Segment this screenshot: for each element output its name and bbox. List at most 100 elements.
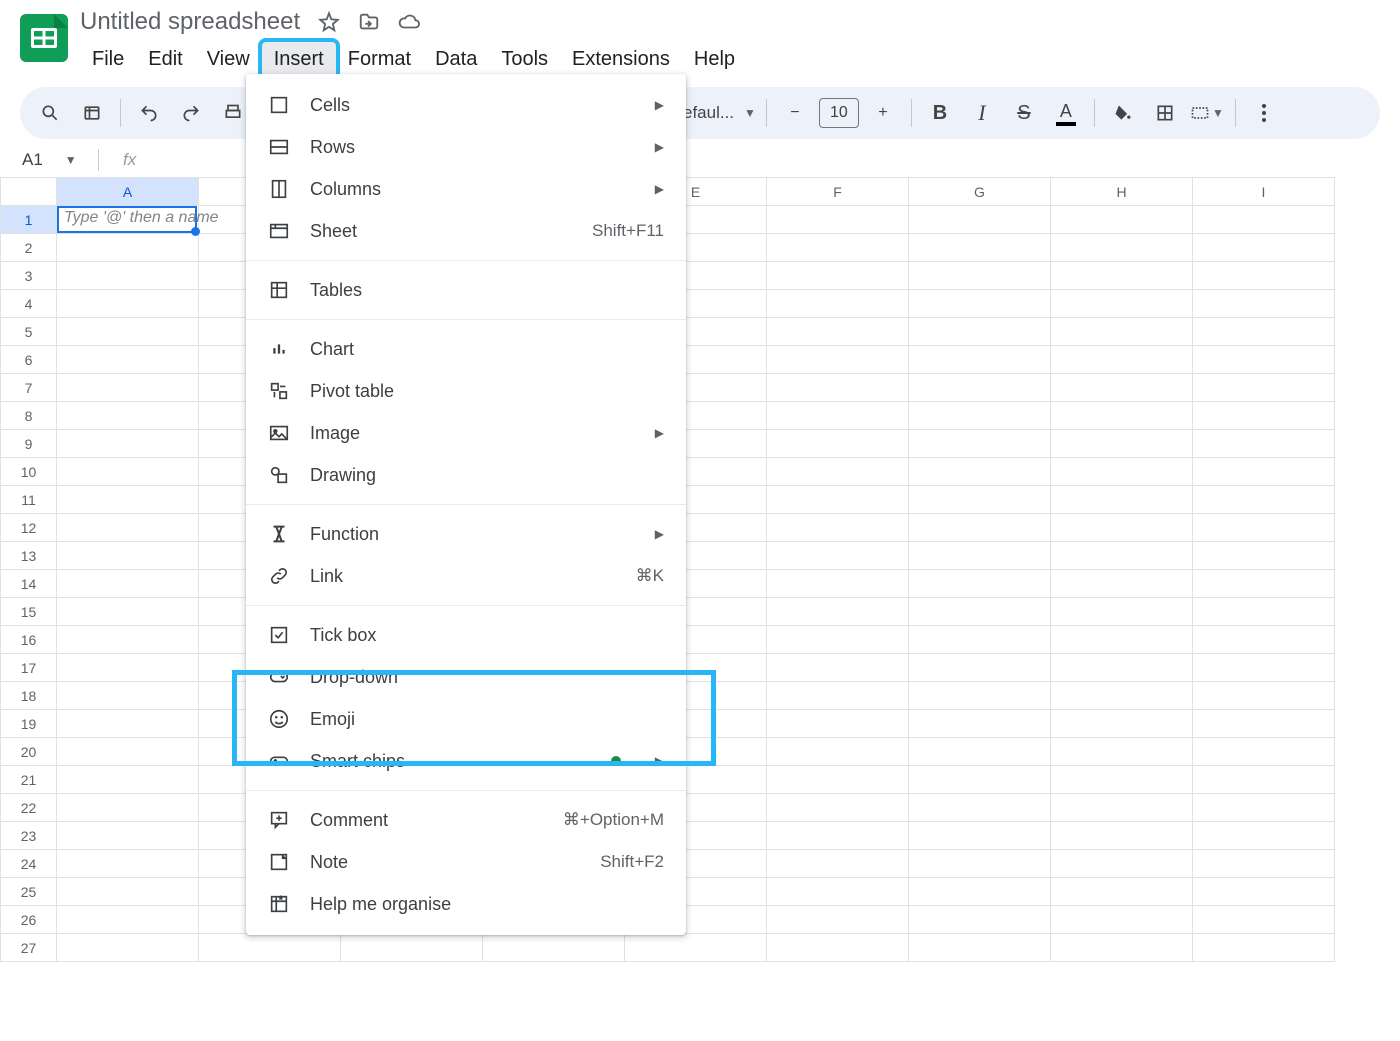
row-header[interactable]: 6 [1,346,57,374]
cell[interactable] [909,458,1051,486]
cell[interactable] [1051,906,1193,934]
menu-item-drawing[interactable]: Drawing [246,454,686,496]
menu-extensions[interactable]: Extensions [560,42,682,77]
cell[interactable] [767,598,909,626]
cell[interactable] [767,458,909,486]
cell[interactable] [1051,318,1193,346]
cell[interactable] [1193,346,1335,374]
row-header[interactable]: 9 [1,430,57,458]
italic-button[interactable]: I [964,95,1000,131]
cell[interactable] [909,234,1051,262]
row-header[interactable]: 1 [1,206,57,234]
cell[interactable] [767,878,909,906]
cell[interactable] [1051,346,1193,374]
cell[interactable] [1051,934,1193,962]
cell[interactable] [767,262,909,290]
cell[interactable] [909,262,1051,290]
cell[interactable] [57,794,199,822]
cell[interactable] [57,458,199,486]
cell[interactable] [1051,794,1193,822]
row-header[interactable]: 12 [1,514,57,542]
cell[interactable] [57,430,199,458]
menu-data[interactable]: Data [423,42,489,77]
cell[interactable] [57,514,199,542]
search-icon[interactable] [32,95,68,131]
star-icon[interactable] [318,11,340,33]
cell[interactable] [909,710,1051,738]
cell[interactable] [57,206,199,234]
row-header[interactable]: 22 [1,794,57,822]
font-name[interactable]: efaul... [679,103,738,123]
cell[interactable] [909,374,1051,402]
name-box[interactable]: A1▼ [8,150,88,170]
cell[interactable] [1051,234,1193,262]
sheets-logo[interactable] [20,14,68,62]
menu-item-tick-box[interactable]: Tick box [246,614,686,656]
row-header[interactable]: 21 [1,766,57,794]
cell[interactable] [1051,654,1193,682]
cell[interactable] [57,934,199,962]
cell[interactable] [1051,262,1193,290]
cell[interactable] [767,318,909,346]
row-header[interactable]: 27 [1,934,57,962]
cell[interactable] [767,290,909,318]
menu-file[interactable]: File [80,42,136,77]
cell[interactable] [57,290,199,318]
cell[interactable] [767,514,909,542]
cell[interactable] [909,486,1051,514]
cell[interactable] [57,542,199,570]
cell[interactable] [767,626,909,654]
cell[interactable] [1193,542,1335,570]
cell[interactable] [767,906,909,934]
menu-item-columns[interactable]: Columns▶ [246,168,686,210]
cell[interactable] [1193,402,1335,430]
col-header[interactable]: G [909,178,1051,206]
cell[interactable] [57,626,199,654]
cell[interactable] [1051,822,1193,850]
cell[interactable] [1193,906,1335,934]
row-header[interactable]: 4 [1,290,57,318]
cell[interactable] [1193,318,1335,346]
cell[interactable] [909,934,1051,962]
cell[interactable] [1051,850,1193,878]
cell[interactable] [1193,430,1335,458]
cell[interactable] [57,262,199,290]
cell[interactable] [199,934,341,962]
cell[interactable] [909,626,1051,654]
cell[interactable] [909,402,1051,430]
font-size-decrease[interactable]: − [777,95,813,131]
cell[interactable] [1051,738,1193,766]
cell[interactable] [1193,290,1335,318]
cell[interactable] [1051,430,1193,458]
cell[interactable] [57,850,199,878]
row-header[interactable]: 10 [1,458,57,486]
cell[interactable] [909,430,1051,458]
cell[interactable] [1193,598,1335,626]
cell[interactable] [483,934,625,962]
font-size-input[interactable]: 10 [819,98,859,128]
cell[interactable] [1193,682,1335,710]
cell[interactable] [1193,570,1335,598]
cell[interactable] [909,766,1051,794]
row-header[interactable]: 3 [1,262,57,290]
fill-color-button[interactable] [1105,95,1141,131]
cell[interactable] [1051,514,1193,542]
cell[interactable] [57,878,199,906]
row-header[interactable]: 5 [1,318,57,346]
cell[interactable] [909,542,1051,570]
cell[interactable] [57,682,199,710]
cell[interactable] [1051,598,1193,626]
cell[interactable] [767,738,909,766]
menu-item-sheet[interactable]: SheetShift+F11 [246,210,686,252]
cell[interactable] [767,710,909,738]
doc-title[interactable]: Untitled spreadsheet [80,8,300,36]
menu-help[interactable]: Help [682,42,747,77]
cell[interactable] [767,430,909,458]
row-header[interactable]: 14 [1,570,57,598]
cell[interactable] [1193,794,1335,822]
cell[interactable] [1193,766,1335,794]
row-header[interactable]: 19 [1,710,57,738]
cell[interactable] [57,318,199,346]
cell[interactable] [767,850,909,878]
row-header[interactable]: 17 [1,654,57,682]
